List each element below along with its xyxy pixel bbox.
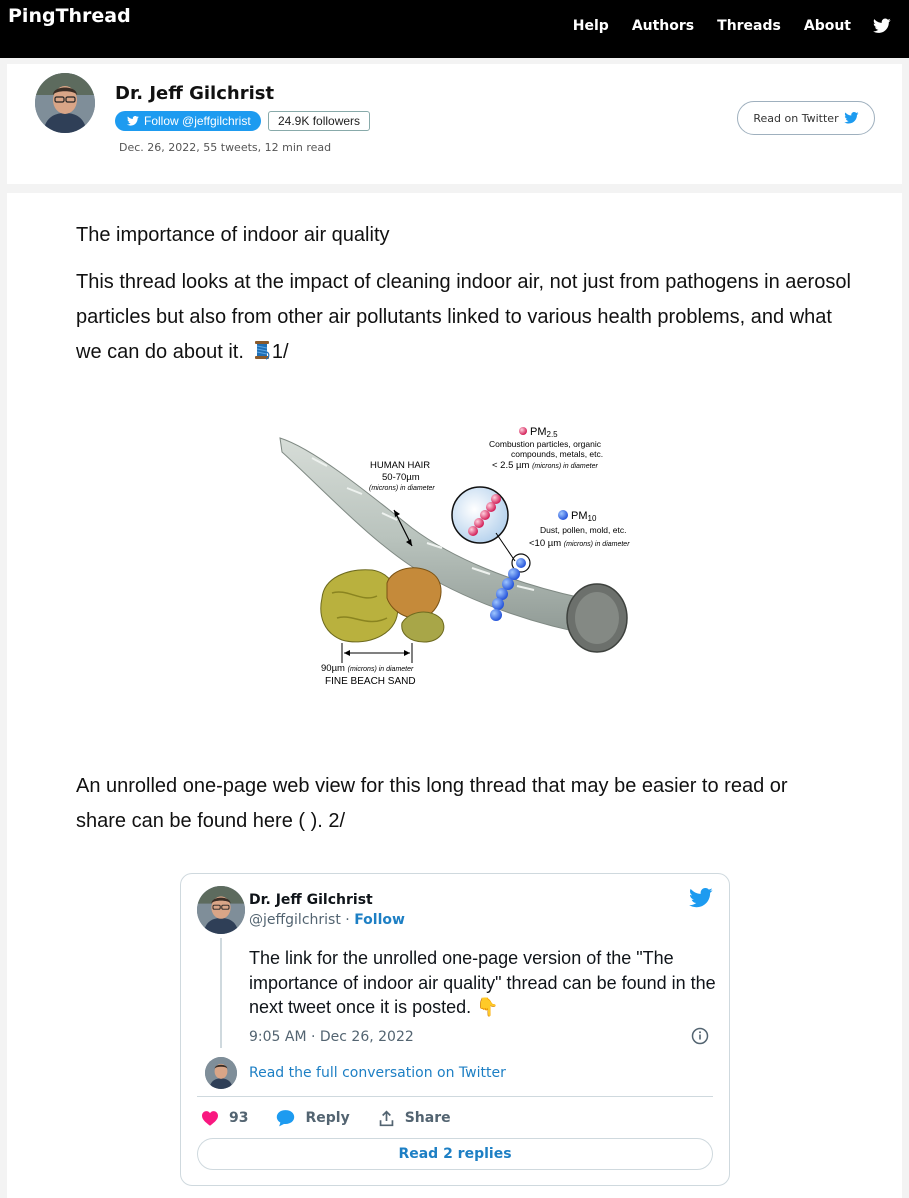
- read-on-twitter-label: Read on Twitter: [753, 111, 839, 125]
- svg-text:<10 µm (microns) in diameter: <10 µm (microns) in diameter: [529, 538, 630, 549]
- tweet-text: The link for the unrolled one-page versi…: [249, 948, 716, 1017]
- twitter-bird-icon: [127, 116, 139, 126]
- tweet-author-handle-row: @jeffgilchrist · Follow: [249, 912, 405, 928]
- twitter-bird-icon: [843, 112, 859, 124]
- reply-bubble-icon: [277, 1110, 295, 1127]
- reply-label: Reply: [305, 1110, 350, 1126]
- tweet-2-text: An unrolled one-page web view for this l…: [76, 775, 788, 832]
- svg-text:90µm (microns) in diameter: 90µm (microns) in diameter: [321, 663, 414, 674]
- nav-link-about[interactable]: About: [804, 18, 851, 34]
- nav-link-help[interactable]: Help: [573, 18, 609, 34]
- pm25-desc-2: compounds, metals, etc.: [511, 449, 603, 459]
- tweet-1-text: This thread looks at the impact of clean…: [76, 265, 856, 370]
- conversation-avatar[interactable]: [205, 1057, 237, 1089]
- particle-size-illustration[interactable]: PM2.5 Combustion particles, organic comp…: [252, 418, 672, 708]
- svg-text:PM2.5: PM2.5: [530, 426, 558, 439]
- svg-text:PM10: PM10: [571, 510, 597, 523]
- pm25-label: PM: [530, 426, 547, 438]
- thread-meta: Dec. 26, 2022, 55 tweets, 12 min read: [119, 141, 332, 154]
- sand-label: FINE BEACH SAND: [325, 676, 416, 687]
- like-count: 93: [229, 1110, 249, 1126]
- pm10-desc: Dust, pollen, mold, etc.: [540, 525, 626, 535]
- like-action[interactable]: 93: [201, 1110, 248, 1126]
- follow-button[interactable]: Follow @jeffgilchrist: [115, 111, 261, 131]
- tweet-author-handle[interactable]: @jeffgilchrist: [249, 912, 341, 928]
- hair-size-note: (microns) in diameter: [369, 485, 435, 492]
- thread-spool-icon: [252, 337, 272, 360]
- pm10-size-note: (microns) in diameter: [564, 541, 630, 548]
- svg-text:< 2.5 µm (microns) in diameter: < 2.5 µm (microns) in diameter: [492, 460, 598, 471]
- author-card: Dr. Jeff Gilchrist Follow @jeffgilchrist…: [7, 64, 902, 184]
- hair-label: HUMAN HAIR: [370, 460, 430, 471]
- hair-size: 50-70µm: [382, 472, 420, 483]
- thread-connector-line: [220, 938, 222, 1048]
- tweet-actions: 93 Reply Share: [201, 1109, 479, 1127]
- pm10-sub: 10: [588, 514, 597, 523]
- tweet-1-body: This thread looks at the impact of clean…: [76, 271, 851, 363]
- tweet-follow-link[interactable]: Follow: [354, 912, 405, 928]
- share-label: Share: [404, 1110, 451, 1126]
- thread-heading: The importance of indoor air quality: [76, 224, 390, 246]
- twitter-bird-icon[interactable]: [689, 888, 713, 908]
- read-conversation-link[interactable]: Read the full conversation on Twitter: [249, 1065, 506, 1081]
- nav-link-threads[interactable]: Threads: [717, 18, 781, 34]
- embedded-tweet[interactable]: Dr. Jeff Gilchrist @jeffgilchrist · Foll…: [180, 873, 730, 1186]
- top-nav: PingThread Help Authors Threads About: [0, 0, 909, 58]
- share-icon: [379, 1109, 394, 1126]
- tweet-author-avatar[interactable]: [197, 886, 245, 934]
- tweet-timestamp[interactable]: 9:05 AM · Dec 26, 2022: [249, 1029, 414, 1045]
- follow-button-label: Follow @jeffgilchrist: [144, 114, 251, 128]
- reply-action[interactable]: Reply: [276, 1109, 350, 1127]
- tweet-1-number: 1/: [271, 341, 289, 363]
- sand-size: 90µm: [321, 663, 345, 674]
- pm25-desc-1: Combustion particles, organic: [489, 439, 602, 449]
- pm10-label: PM: [571, 510, 588, 522]
- pm25-size: < 2.5 µm: [492, 460, 530, 471]
- divider: [197, 1096, 713, 1097]
- twitter-bird-icon[interactable]: [873, 18, 891, 34]
- read-on-twitter-button[interactable]: Read on Twitter: [737, 101, 875, 135]
- share-action[interactable]: Share: [378, 1109, 451, 1127]
- pm10-size: <10 µm: [529, 538, 561, 549]
- nav-links: Help Authors Threads About: [550, 18, 891, 34]
- author-avatar[interactable]: [35, 73, 95, 133]
- followers-count: 24.9K followers: [268, 111, 371, 131]
- handle-separator: ·: [340, 912, 355, 928]
- heart-icon: [202, 1111, 218, 1126]
- sand-size-note: (microns) in diameter: [348, 666, 414, 673]
- pm25-size-note: (microns) in diameter: [532, 463, 598, 470]
- read-replies-button[interactable]: Read 2 replies: [197, 1138, 713, 1170]
- thread-content: The importance of indoor air quality Thi…: [7, 193, 902, 1198]
- info-icon[interactable]: [691, 1027, 709, 1045]
- tweet-author-name[interactable]: Dr. Jeff Gilchrist: [249, 892, 373, 908]
- pm25-sub: 2.5: [547, 430, 559, 439]
- site-brand[interactable]: PingThread: [8, 5, 131, 27]
- nav-link-authors[interactable]: Authors: [632, 18, 694, 34]
- author-name[interactable]: Dr. Jeff Gilchrist: [115, 83, 274, 104]
